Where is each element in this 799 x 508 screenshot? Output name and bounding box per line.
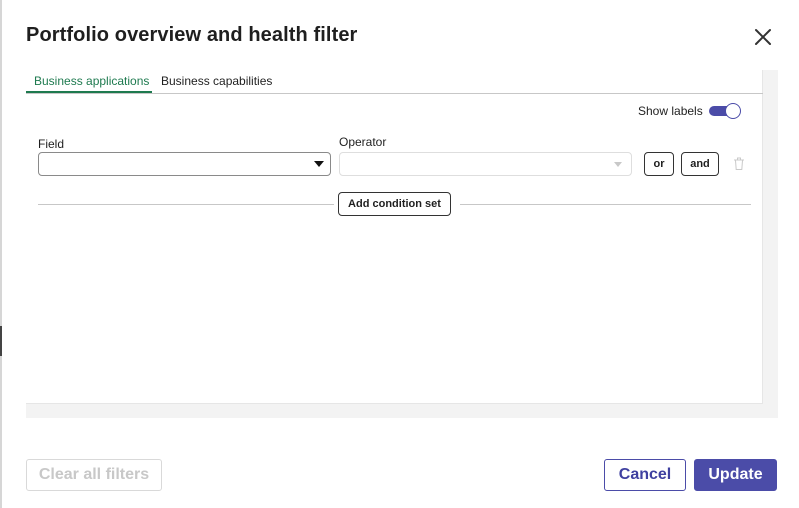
filter-panel-content: Business applications Business capabilit… bbox=[26, 70, 763, 404]
filter-panel: Business applications Business capabilit… bbox=[26, 70, 778, 418]
operator-select[interactable] bbox=[339, 152, 632, 176]
field-label: Field bbox=[38, 137, 65, 151]
clear-all-filters-button[interactable]: Clear all filters bbox=[26, 459, 162, 491]
show-labels-label: Show labels bbox=[638, 104, 703, 118]
toggle-knob bbox=[725, 103, 741, 119]
condition-divider-right bbox=[460, 204, 751, 205]
condition-divider-left bbox=[38, 204, 334, 205]
close-icon bbox=[755, 29, 771, 45]
tab-bar: Business applications Business capabilit… bbox=[26, 70, 763, 94]
chevron-down-icon bbox=[314, 161, 324, 167]
tab-business-capabilities[interactable]: Business capabilities bbox=[161, 74, 272, 94]
active-tab-indicator bbox=[26, 91, 152, 93]
and-button[interactable]: and bbox=[681, 152, 719, 176]
update-button[interactable]: Update bbox=[694, 459, 777, 491]
filter-dialog: Portfolio overview and health filter Bus… bbox=[2, 0, 799, 508]
delete-condition-button[interactable] bbox=[733, 157, 745, 171]
field-select[interactable] bbox=[38, 152, 331, 176]
operator-label: Operator bbox=[339, 135, 387, 149]
chevron-down-icon bbox=[614, 162, 622, 167]
cancel-button[interactable]: Cancel bbox=[604, 459, 686, 491]
add-condition-set-button[interactable]: Add condition set bbox=[338, 192, 451, 216]
trash-icon bbox=[734, 157, 744, 170]
close-button[interactable] bbox=[752, 26, 774, 48]
or-button[interactable]: or bbox=[644, 152, 674, 176]
dialog-title: Portfolio overview and health filter bbox=[26, 24, 358, 46]
show-labels-toggle[interactable] bbox=[708, 103, 741, 119]
